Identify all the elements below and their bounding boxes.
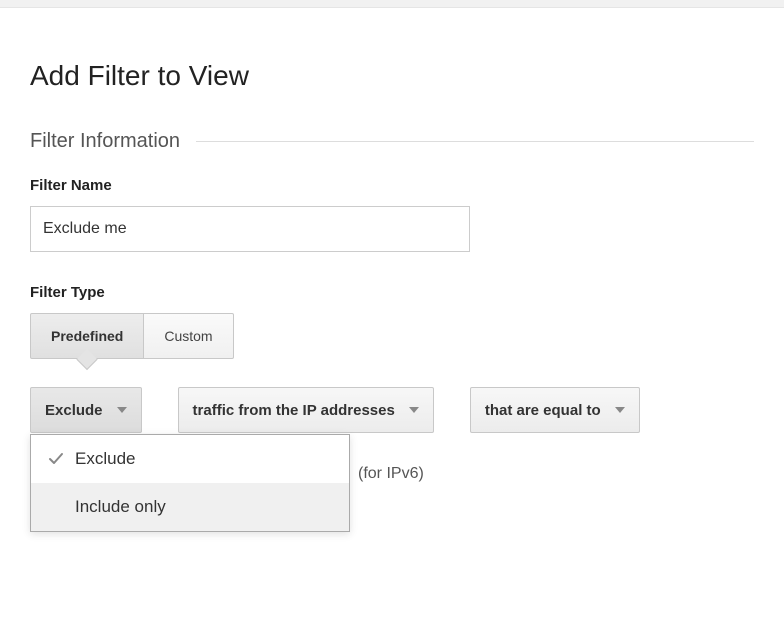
caret-down-icon [615,407,625,413]
content-area: Add Filter to View Filter Information Fi… [30,60,754,495]
custom-toggle[interactable]: Custom [144,313,233,359]
section-header-text: Filter Information [30,130,196,153]
caret-down-icon [409,407,419,413]
action-dropdown-value: Exclude [45,402,103,419]
action-dropdown-menu: Exclude Include only [30,434,350,532]
filter-name-label: Filter Name [30,177,754,194]
action-dropdown[interactable]: Exclude [30,387,142,433]
option-label: Exclude [75,449,333,469]
option-label: Include only [75,497,333,517]
source-dropdown[interactable]: traffic from the IP addresses [178,387,434,433]
source-dropdown-value: traffic from the IP addresses [193,402,395,419]
section-header: Filter Information [30,130,754,153]
top-divider [0,0,784,8]
filter-name-input[interactable] [30,206,470,252]
filter-type-toggle: Predefined Custom [30,313,234,359]
dropdown-option-include-only[interactable]: Include only [31,483,349,531]
filter-type-label: Filter Type [30,284,754,301]
check-icon [47,450,65,468]
ip-hint: (for IPv6) [358,465,424,483]
caret-down-icon [117,407,127,413]
check-icon-empty [47,498,65,516]
predefined-toggle[interactable]: Predefined [30,313,144,359]
condition-dropdown-value: that are equal to [485,402,601,419]
dropdown-option-exclude[interactable]: Exclude [31,435,349,483]
dropdown-row: Exclude Exclude Include only [30,387,754,433]
section-header-line [196,141,754,142]
filter-type-group: Filter Type Predefined Custom Exclude Ex… [30,284,754,495]
page-title: Add Filter to View [30,60,754,92]
filter-name-group: Filter Name [30,177,754,252]
action-dropdown-container: Exclude Exclude Include only [30,387,142,433]
condition-dropdown[interactable]: that are equal to [470,387,640,433]
